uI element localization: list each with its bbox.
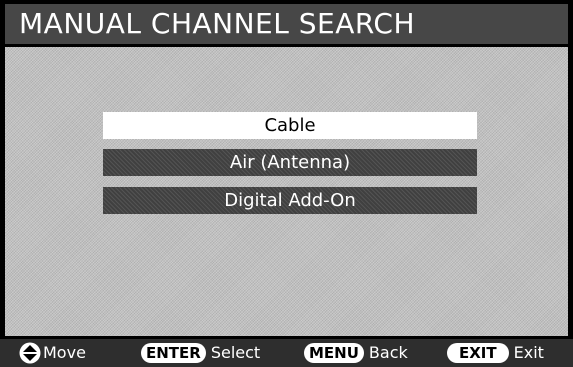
- menu-item-air-antenna[interactable]: Air (Antenna): [103, 149, 477, 176]
- menu-item-digital-add-on[interactable]: Digital Add-On: [103, 187, 477, 214]
- exit-label: Exit: [513, 343, 544, 362]
- exit-key-chip: EXIT: [447, 343, 509, 363]
- enter-key-chip: ENTER: [141, 343, 206, 363]
- select-label: Select: [210, 343, 261, 362]
- menu-item-cable[interactable]: Cable: [103, 112, 477, 139]
- back-hint: MENU Back: [304, 341, 408, 365]
- title-bar: MANUAL CHANNEL SEARCH: [5, 4, 568, 44]
- exit-hint: EXIT Exit: [447, 341, 544, 365]
- select-hint: ENTER Select: [141, 341, 260, 365]
- page-title: MANUAL CHANNEL SEARCH: [19, 7, 416, 40]
- back-label: Back: [368, 343, 408, 362]
- move-label: Move: [43, 343, 86, 362]
- footer-hint-bar: Move ENTER Select MENU Back EXIT Exit: [0, 339, 573, 367]
- move-hint: Move: [19, 341, 86, 365]
- osd-screen: MANUAL CHANNEL SEARCH Cable Air (Antenna…: [0, 0, 573, 367]
- menu-panel: Cable Air (Antenna) Digital Add-On: [5, 47, 568, 336]
- menu-key-chip: MENU: [304, 343, 364, 363]
- up-down-arrow-icon: [19, 342, 41, 364]
